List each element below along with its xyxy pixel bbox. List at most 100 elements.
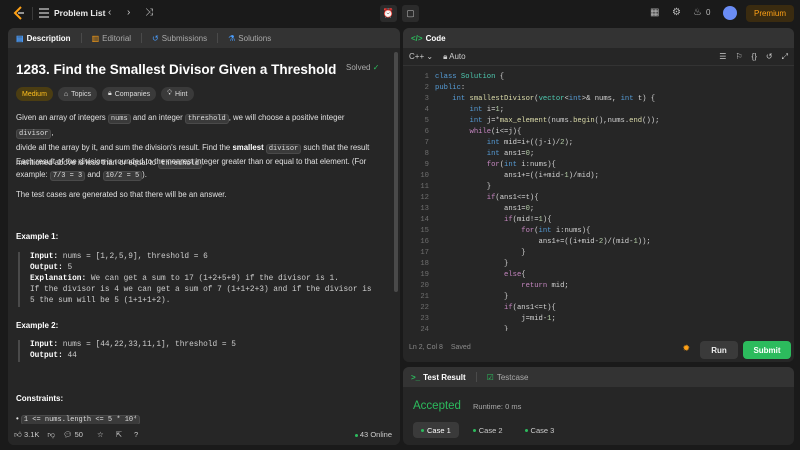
submit-button[interactable]: Submit (743, 341, 791, 359)
example-2-heading: Example 2: (16, 321, 59, 330)
description-panel: ▤ Description ▥ Editorial ↺ Submissions ⚗ So… (8, 28, 400, 445)
code-line: } (435, 326, 509, 331)
tab-case-1[interactable]: Case 1 (413, 422, 459, 438)
code-line: } (435, 293, 509, 301)
tab-description[interactable]: ▤ Description (16, 34, 71, 43)
run-button[interactable]: Run (700, 341, 738, 359)
divider (141, 33, 143, 43)
code-line: int ans1=0; (486, 150, 535, 158)
fire-icon[interactable]: ♨ (693, 7, 702, 18)
tab-code[interactable]: </> Code (411, 34, 446, 43)
bookmark-icon[interactable]: ⚐ (735, 52, 742, 61)
chevron-left-icon[interactable]: ‹ (108, 7, 111, 18)
code-line: } (435, 260, 509, 268)
description-tabs: ▤ Description ▥ Editorial ↺ Submissions ⚗ So… (8, 28, 400, 48)
editor-status-bar: Ln 2, Col 8 Saved ✹ Run Submit (403, 332, 794, 362)
help-icon[interactable]: ? (134, 430, 138, 439)
code-line: int j=*max_element(nums.begin(),nums.end… (469, 117, 660, 125)
shuffle-icon[interactable]: ⤨ (145, 7, 153, 18)
gear-icon[interactable]: ⚙ (672, 7, 681, 18)
code-line: ans1=0; (435, 205, 535, 213)
rounding-note: Each result of the division is rounded t… (16, 157, 367, 181)
flask-icon: ⚗ (228, 33, 236, 43)
code-line: ans1+=((i+mid-2)/(mid-1)); (435, 238, 651, 246)
grid-icon[interactable]: ▦ (650, 7, 659, 18)
code-line: if(ans1<=t){ (504, 304, 556, 312)
divider (32, 7, 33, 20)
scrollbar[interactable] (394, 52, 398, 292)
thumbs-up-icon[interactable]: 👍︎ (14, 430, 22, 440)
braces-icon[interactable]: {} (752, 52, 757, 61)
tag-row: Medium ⌂ Topics 🔒︎ Companies 💡︎ Hint (16, 87, 194, 101)
comment-count: 50 (74, 430, 83, 439)
tab-case-2[interactable]: Case 2 (465, 422, 511, 438)
example-1-block: Input: nums = [1,2,5,9], threshold = 6 O… (18, 252, 384, 307)
code-panel: </> Code C++ ⌄ 🔒︎ Auto ☰ ⚐ {} ↺ ⤢ 1 2 3 4… (403, 28, 794, 362)
history-icon: ↺ (152, 33, 159, 43)
code-editor[interactable]: 1 2 3 4 5 6 7 8 9 10 11 12 13 14 15 16 1… (403, 69, 794, 331)
document-icon: ▤ (16, 33, 24, 43)
example-1-heading: Example 1: (16, 232, 59, 241)
tab-testcase[interactable]: ☑ Testcase (487, 373, 529, 382)
code-line: if(ans1<=t){ (486, 194, 539, 202)
solved-badge: Solved ✓ (346, 63, 380, 72)
resize-handle[interactable] (403, 363, 794, 366)
tab-test-result[interactable]: >_ Test Result (411, 373, 466, 382)
code-line: while(i<=j){ (469, 128, 522, 136)
code-line: ans1+=((i+mid-1)/mid); (435, 172, 599, 180)
topics-tag[interactable]: ⌂ Topics (57, 87, 97, 101)
language-select[interactable]: C++ ⌄ (409, 52, 433, 61)
coin-count: 0 (706, 8, 711, 17)
code-line: return mid; (521, 282, 569, 290)
thumbs-down-icon[interactable]: 👎︎ (47, 430, 55, 440)
tab-editorial[interactable]: ▥ Editorial (92, 34, 131, 43)
case-tabs: Case 1 Case 2 Case 3 (413, 422, 562, 438)
premium-button[interactable]: Premium (746, 5, 794, 22)
chevron-down-icon: ⌄ (426, 52, 434, 61)
tag-icon: ⌂ (63, 90, 69, 98)
tab-submissions[interactable]: ↺ Submissions (152, 34, 207, 43)
chevron-right-icon[interactable]: › (127, 7, 130, 18)
check-circle-icon: ✓ (372, 63, 380, 72)
pass-dot-icon (472, 428, 476, 432)
guarantee-note: The test cases are generated so that the… (16, 190, 227, 199)
debug-icon[interactable]: ✹ (682, 343, 690, 354)
divider (80, 33, 82, 43)
reset-icon[interactable]: ↺ (766, 52, 773, 61)
problem-list-link[interactable]: Problem List (54, 8, 105, 18)
star-icon[interactable]: ☆ (97, 430, 104, 439)
terminal-icon: >_ (411, 372, 421, 382)
result-panel: >_ Test Result ☑ Testcase Accepted Runtime… (403, 367, 794, 445)
notes-button[interactable]: ▢ (402, 5, 419, 22)
example-2-block: Input: nums = [44,22,33,11,1], threshold… (18, 340, 384, 362)
avatar[interactable] (723, 6, 737, 20)
code-header: </> Code (403, 28, 794, 48)
tab-case-3[interactable]: Case 3 (517, 422, 563, 438)
companies-tag[interactable]: 🔒︎ Companies (101, 87, 157, 101)
autocomplete-toggle[interactable]: 🔒︎ Auto (443, 52, 466, 62)
lightbulb-icon: 💡︎ (167, 90, 173, 97)
code-line: class Solution { (435, 73, 505, 81)
hint-tag[interactable]: 💡︎ Hint (161, 87, 194, 101)
code-line: } (435, 249, 526, 257)
book-icon: ▥ (91, 33, 100, 43)
format-icon[interactable]: ☰ (719, 52, 726, 61)
verdict: Accepted (413, 400, 461, 412)
lock-icon: 🔒︎ (443, 51, 448, 61)
tab-solutions[interactable]: ⚗ Solutions (228, 34, 271, 43)
code-line: for(int i:nums){ (486, 161, 556, 169)
problem-list-icon[interactable] (39, 8, 49, 18)
difficulty-badge[interactable]: Medium (16, 87, 53, 101)
runtime: Runtime: 0 ms (473, 402, 522, 411)
timer-button[interactable]: ⏰ (380, 5, 397, 22)
fullscreen-icon[interactable]: ⤢ (782, 52, 788, 62)
code-line: int mid=i+((j-i)/2); (486, 139, 574, 147)
code-line: for(int i:nums){ (521, 227, 591, 235)
leetcode-logo-icon[interactable] (12, 6, 26, 20)
like-count: 3.1K (23, 430, 40, 439)
code-line: } (435, 183, 492, 191)
description-footer: 👍︎ 3.1K 👎︎ 💬︎ 50 ☆ ⇱ ? 43 Online (8, 424, 400, 445)
share-icon[interactable]: ⇱ (116, 430, 122, 439)
comment-icon[interactable]: 💬︎ (63, 430, 73, 439)
code-line: else{ (504, 271, 526, 279)
